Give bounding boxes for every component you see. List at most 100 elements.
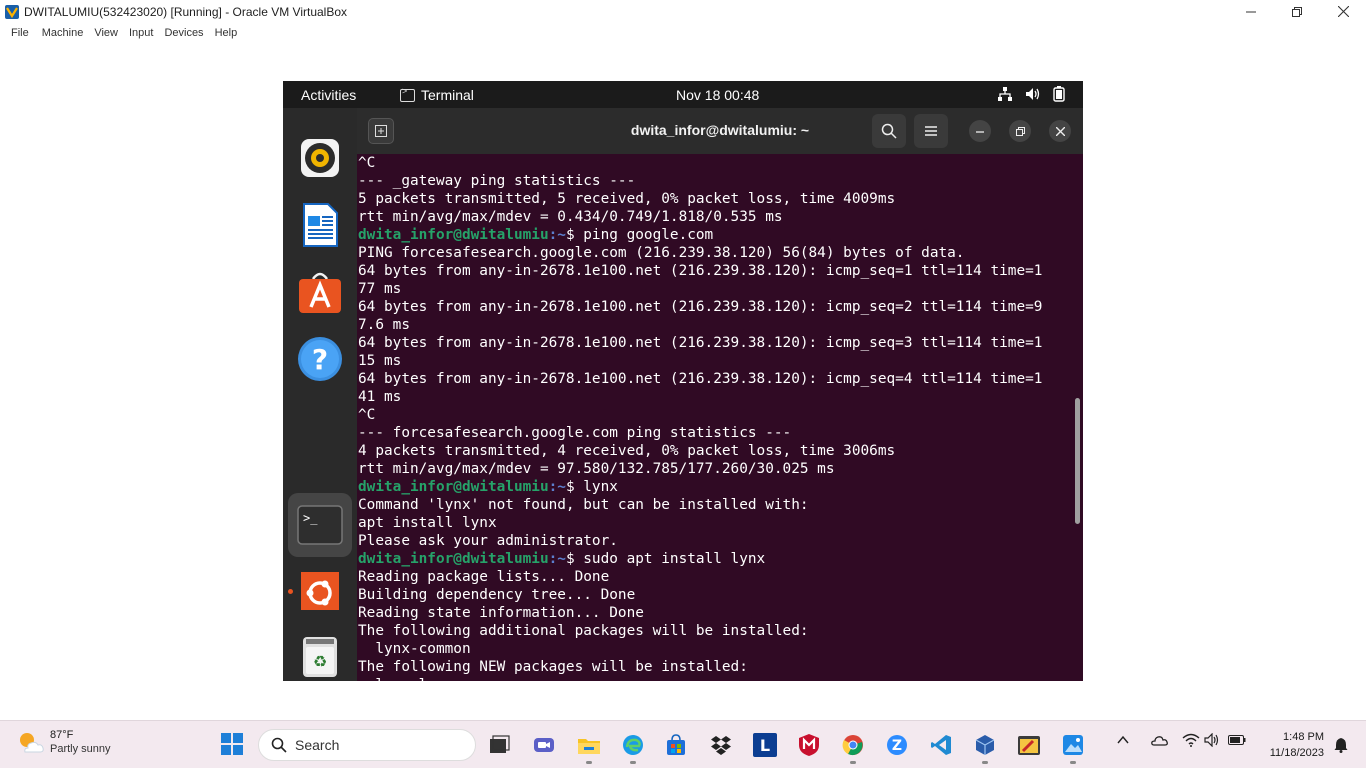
terminal-minimize-button[interactable] <box>969 120 991 142</box>
topbar-clock[interactable]: Nov 18 00:48 <box>676 87 759 103</box>
terminal-window[interactable]: dwita_infor@dwitalumiu: ~ ^C --- _gateway… <box>357 108 1083 681</box>
terminal-close-button[interactable] <box>1049 120 1071 142</box>
menu-help[interactable]: Help <box>212 27 238 39</box>
dock-rhythmbox[interactable] <box>288 126 352 190</box>
hamburger-menu-icon <box>925 126 937 136</box>
mcafee-button[interactable] <box>797 733 821 757</box>
virtualbox-button[interactable] <box>973 733 997 757</box>
speaker-icon[interactable] <box>1204 733 1222 747</box>
restore-icon <box>1015 126 1025 136</box>
terminal-line: 15 ms <box>358 353 402 369</box>
terminal-line: The following NEW packages will be insta… <box>358 659 748 675</box>
svg-text:♻: ♻ <box>313 652 327 671</box>
teams-chat-button[interactable] <box>532 733 556 757</box>
prompt-user: dwita_infor@dwitalumiu <box>358 551 549 567</box>
windows-start-icon[interactable] <box>221 733 243 755</box>
dock-app-center[interactable] <box>288 260 352 324</box>
guest-screen[interactable]: Activities Terminal Nov 18 00:48 <box>283 81 1083 681</box>
taskbar-search[interactable]: Search <box>258 729 476 761</box>
terminal-menu-button[interactable] <box>914 114 948 148</box>
battery-icon[interactable] <box>1228 734 1246 746</box>
chrome-button[interactable] <box>841 733 865 757</box>
windows-taskbar: 87°F Partly sunny Search L Z 1:48 PM 11/… <box>0 720 1366 768</box>
task-view-button[interactable] <box>487 733 511 757</box>
zoom-button[interactable]: Z <box>885 733 909 757</box>
folder-icon <box>578 739 600 754</box>
restore-icon <box>1292 6 1302 17</box>
store-button[interactable] <box>664 733 688 757</box>
edge-browser-icon <box>623 735 643 755</box>
terminal-line: dwita_infor@dwitalumiu:~$ ping google.co… <box>358 226 1074 244</box>
terminal-scrollbar[interactable] <box>1075 398 1080 524</box>
menu-machine[interactable]: Machine <box>39 27 84 39</box>
paint-button[interactable] <box>1017 733 1041 757</box>
notification-bell-icon[interactable] <box>1334 737 1348 753</box>
taskbar-clock[interactable]: 1:48 PM 11/18/2023 <box>1270 729 1324 761</box>
weather-widget[interactable]: 87°F Partly sunny <box>16 729 111 755</box>
terminal-line: dwita_infor@dwitalumiu:~$ sudo apt insta… <box>358 550 1074 568</box>
terminal-search-button[interactable] <box>872 114 906 148</box>
minimize-icon <box>1246 11 1256 12</box>
minimize-button[interactable] <box>1228 0 1274 23</box>
photos-icon <box>1063 735 1083 755</box>
close-icon <box>1337 6 1349 17</box>
window-title: DWITALUMIU(532423020) [Running] - Oracle… <box>24 4 348 19</box>
virtualbox-icon <box>975 735 995 755</box>
app-menu[interactable]: Terminal <box>400 86 474 103</box>
chevron-up-icon[interactable] <box>1116 733 1130 747</box>
menu-view[interactable]: View <box>91 27 118 39</box>
running-indicator <box>630 761 636 764</box>
menu-devices[interactable]: Devices <box>161 27 203 39</box>
terminal-icon <box>400 86 415 102</box>
terminal-output[interactable]: ^C --- _gateway ping statistics --- 5 pack… <box>358 154 1074 681</box>
close-window-button[interactable] <box>1320 0 1366 23</box>
close-icon <box>1055 126 1065 136</box>
running-indicator <box>982 761 988 764</box>
edge-button[interactable] <box>621 733 645 757</box>
terminal-restore-button[interactable] <box>1009 120 1031 142</box>
terminal-line: ^C <box>358 155 376 171</box>
search-icon <box>271 737 287 753</box>
terminal-line: --- _gateway ping statistics --- <box>358 173 636 189</box>
terminal-headerbar: dwita_infor@dwitalumiu: ~ <box>357 108 1083 154</box>
paint-icon <box>1018 736 1040 755</box>
running-indicator <box>850 761 856 764</box>
restore-button[interactable] <box>1274 0 1320 23</box>
dropbox-button[interactable] <box>709 733 733 757</box>
terminal-line: Reading package lists... Done <box>358 569 610 585</box>
app-center-icon <box>299 272 341 313</box>
svg-text:>_: >_ <box>303 511 318 525</box>
activities-button[interactable]: Activities <box>301 87 356 103</box>
clock-date: 11/18/2023 <box>1269 747 1324 759</box>
svg-text:?: ? <box>312 343 328 376</box>
dock-terminal[interactable]: >_ <box>288 493 352 557</box>
terminal-line: 64 bytes from any-in-2678.1e100.net (216… <box>358 263 1043 279</box>
terminal-line: 7.6 ms <box>358 317 410 333</box>
dock-trash[interactable]: ♻ <box>288 625 352 681</box>
running-indicator <box>1070 761 1076 764</box>
file-explorer-button[interactable] <box>577 733 601 757</box>
terminal-line: 77 ms <box>358 281 402 297</box>
partly-sunny-icon <box>20 733 44 753</box>
terminal-line: Building dependency tree... Done <box>358 587 636 603</box>
prompt-user: dwita_infor@dwitalumiu <box>358 227 549 243</box>
ubuntu-dock: ? >_ ♻ <box>283 108 357 681</box>
status-area[interactable] <box>997 86 1065 102</box>
terminal-line: lynx-common <box>358 641 471 657</box>
dock-ubuntu[interactable] <box>288 559 352 623</box>
vscode-button[interactable] <box>929 733 953 757</box>
dock-help[interactable]: ? <box>288 327 352 391</box>
wifi-icon[interactable] <box>1182 733 1200 747</box>
virtualbox-titlebar: DWITALUMIU(532423020) [Running] - Oracle… <box>0 0 1366 23</box>
menu-file[interactable]: File <box>8 27 29 39</box>
onedrive-cloud-icon[interactable] <box>1150 733 1168 747</box>
dock-libreoffice-writer[interactable] <box>288 193 352 257</box>
minimize-icon <box>976 131 984 133</box>
photos-button[interactable] <box>1061 733 1085 757</box>
dropbox-icon <box>711 736 731 755</box>
virtualbox-logo-icon <box>5 4 19 19</box>
menu-input[interactable]: Input <box>126 27 153 39</box>
lightshot-button[interactable]: L <box>753 733 777 757</box>
svg-text:Z: Z <box>892 738 902 754</box>
network-icon <box>998 87 1012 101</box>
